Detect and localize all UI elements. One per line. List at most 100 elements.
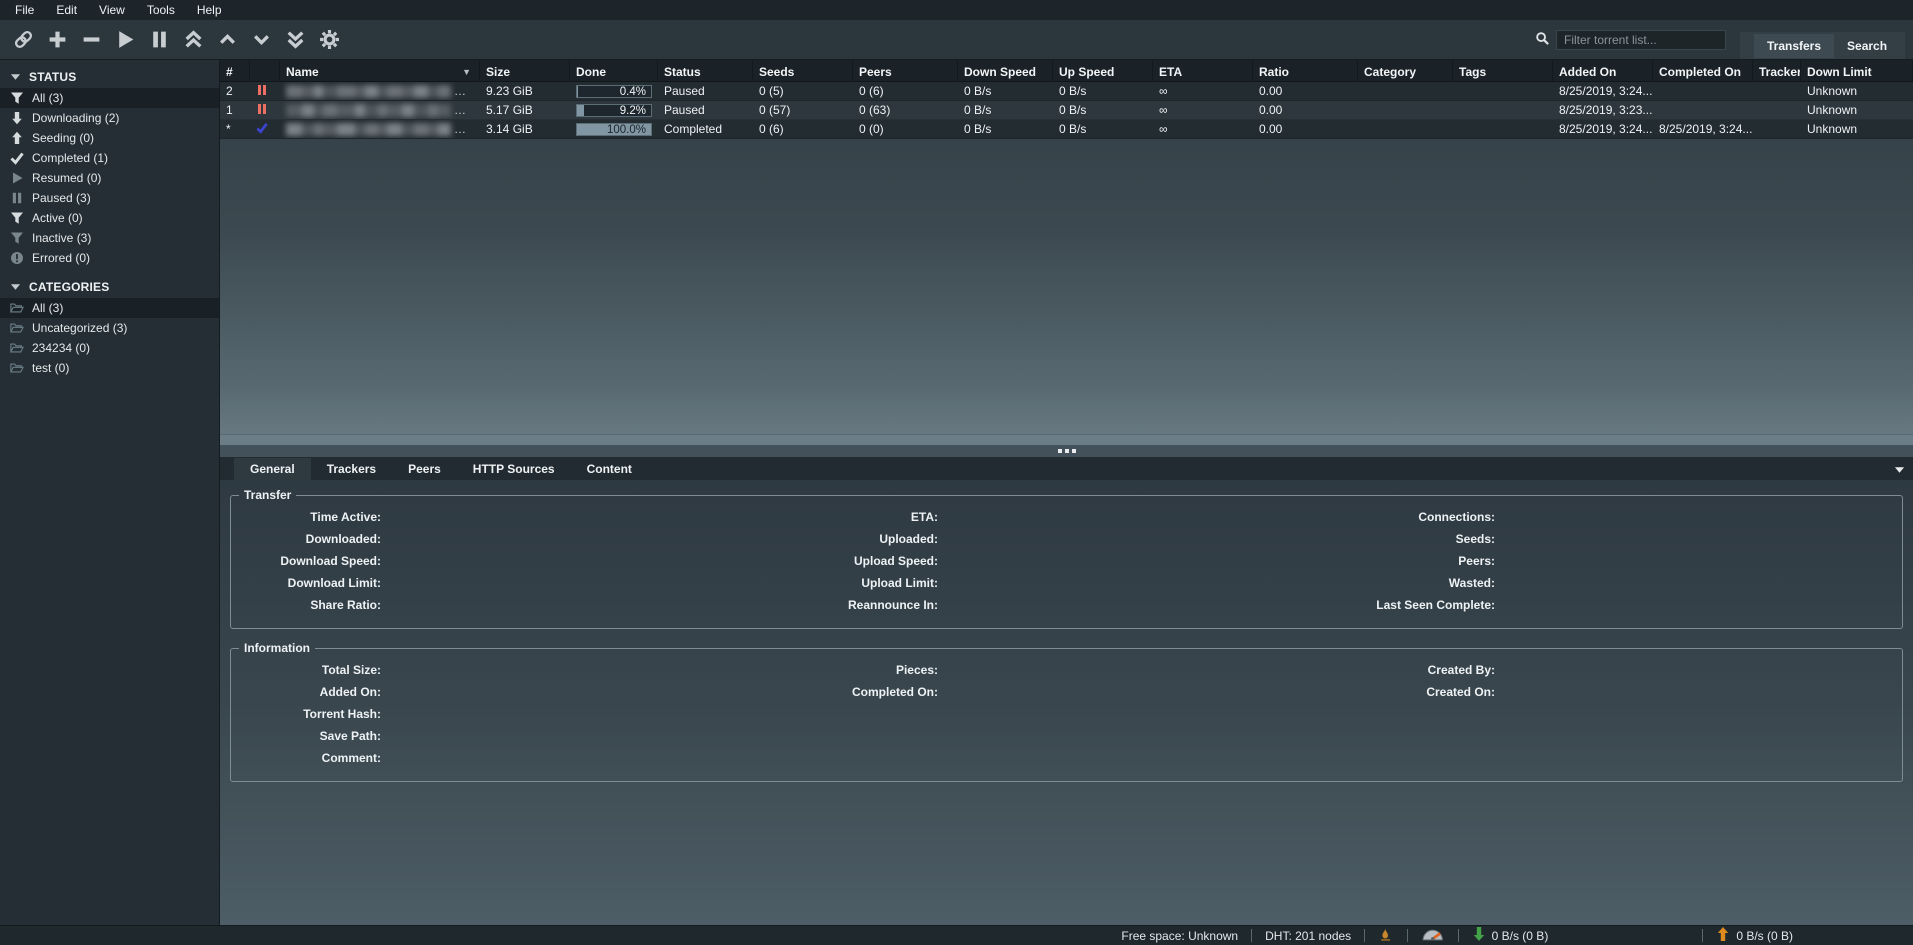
redacted-torrent-name <box>286 85 451 98</box>
global-download-speed: 0 B/s (0 B) <box>1492 929 1549 943</box>
menu-item-file[interactable]: File <box>4 1 45 19</box>
cell-down-speed: 0 B/s <box>958 82 1053 100</box>
filter-label: Completed (1) <box>32 151 108 165</box>
progress-label: 0.4% <box>620 86 646 98</box>
bottom-priority-icon[interactable] <box>280 25 310 55</box>
tab-general[interactable]: General <box>234 458 311 480</box>
tab-http-sources[interactable]: HTTP Sources <box>457 458 571 480</box>
column-header-done[interactable]: Done <box>570 60 658 81</box>
arrow-down-icon <box>10 111 25 125</box>
tab-peers[interactable]: Peers <box>392 458 457 480</box>
column-header-category[interactable]: Category <box>1358 60 1453 81</box>
sidebar-item-inactive-3[interactable]: Inactive (3) <box>0 228 219 248</box>
column-header-up-speed[interactable]: Up Speed <box>1053 60 1153 81</box>
column-header-[interactable]: # <box>220 60 250 81</box>
sidebar-item-resumed-0[interactable]: Resumed (0) <box>0 168 219 188</box>
column-label: Size <box>486 65 510 79</box>
chevron-down-icon[interactable] <box>1894 463 1905 477</box>
column-label: Peers <box>859 65 892 79</box>
filter-torrent-input[interactable] <box>1556 30 1726 50</box>
filter-label: Downloading (2) <box>32 111 119 125</box>
sidebar-category-uncategorized-3[interactable]: Uncategorized (3) <box>0 318 219 338</box>
pane-splitter[interactable] <box>220 445 1913 457</box>
cell-seeds: 0 (6) <box>753 120 853 138</box>
column-header-completed-on[interactable]: Completed On <box>1653 60 1753 81</box>
cell-category <box>1358 101 1453 119</box>
link-icon[interactable] <box>8 25 38 55</box>
add-torrent-icon[interactable] <box>42 25 72 55</box>
status-section-header[interactable]: STATUS <box>0 66 219 88</box>
tab-trackers[interactable]: Trackers <box>311 458 392 480</box>
column-header-status[interactable]: Status <box>658 60 753 81</box>
sidebar-item-errored-0[interactable]: Errored (0) <box>0 248 219 268</box>
tab-content[interactable]: Content <box>571 458 648 480</box>
torrent-row[interactable]: 2…9.23 GiB0.4%Paused0 (5)0 (6)0 B/s0 B/s… <box>220 82 1913 101</box>
funnel-icon <box>10 91 25 105</box>
menu-item-edit[interactable]: Edit <box>45 1 88 19</box>
cell-up-speed: 0 B/s <box>1053 101 1153 119</box>
options-gear-icon[interactable] <box>314 25 344 55</box>
column-header-tags[interactable]: Tags <box>1453 60 1553 81</box>
column-label: Down Speed <box>964 65 1036 79</box>
cell-eta: ∞ <box>1153 101 1253 119</box>
column-header-name[interactable]: Name▼ <box>280 60 480 81</box>
sidebar-item-all-3[interactable]: All (3) <box>0 88 219 108</box>
increase-priority-icon[interactable] <box>212 25 242 55</box>
cell-done: 100.0% <box>570 120 658 138</box>
cell-tracker <box>1753 101 1801 119</box>
cell-ratio: 0.00 <box>1253 101 1358 119</box>
sidebar-item-paused-3[interactable]: Paused (3) <box>0 188 219 208</box>
status-bar: Free space: Unknown DHT: 201 nodes 0 B/s… <box>0 925 1913 945</box>
cell-category <box>1358 82 1453 100</box>
tab-transfers[interactable]: Transfers <box>1754 34 1834 58</box>
column-header-eta[interactable]: ETA <box>1153 60 1253 81</box>
redacted-torrent-name <box>286 123 451 136</box>
cell-completed-on <box>1653 101 1753 119</box>
horizontal-scrollbar[interactable] <box>220 434 1913 445</box>
categories-section-header[interactable]: CATEGORIES <box>0 276 219 298</box>
download-arrow-icon <box>1472 926 1486 945</box>
sidebar-item-active-0[interactable]: Active (0) <box>0 208 219 228</box>
status-section-header-label: STATUS <box>29 70 76 84</box>
sidebar-item-seeding-0[interactable]: Seeding (0) <box>0 128 219 148</box>
menu-item-tools[interactable]: Tools <box>136 1 186 19</box>
tab-search[interactable]: Search <box>1834 34 1900 58</box>
resume-icon[interactable] <box>110 25 140 55</box>
sidebar-category-all-3[interactable]: All (3) <box>0 298 219 318</box>
detail-label-download-limit: Download Limit: <box>288 576 381 590</box>
menu-item-view[interactable]: View <box>88 1 136 19</box>
sidebar-category-test-0[interactable]: test (0) <box>0 358 219 378</box>
torrent-row[interactable]: 1…5.17 GiB9.2%Paused0 (57)0 (63)0 B/s0 B… <box>220 101 1913 120</box>
column-header-ratio[interactable]: Ratio <box>1253 60 1358 81</box>
column-header-seeds[interactable]: Seeds <box>753 60 853 81</box>
column-header-state-icon[interactable] <box>250 60 280 81</box>
pause-icon[interactable] <box>144 25 174 55</box>
column-header-down-limit[interactable]: Down Limit <box>1801 60 1913 81</box>
cell-size: 9.23 GiB <box>480 82 570 100</box>
column-header-tracker[interactable]: Tracker <box>1753 60 1801 81</box>
name-ellipsis: … <box>454 84 466 98</box>
sidebar-item-completed-1[interactable]: Completed (1) <box>0 148 219 168</box>
column-header-down-speed[interactable]: Down Speed <box>958 60 1053 81</box>
detail-label-share-ratio: Share Ratio: <box>310 598 381 612</box>
filter-label: Seeding (0) <box>32 131 94 145</box>
cell-added-on: 8/25/2019, 3:24... <box>1553 120 1653 138</box>
cell-state <box>250 120 280 138</box>
error-icon <box>10 251 25 265</box>
sidebar-item-downloading-2[interactable]: Downloading (2) <box>0 108 219 128</box>
filter-label: All (3) <box>32 91 63 105</box>
top-priority-icon[interactable] <box>178 25 208 55</box>
menu-item-help[interactable]: Help <box>186 1 233 19</box>
sidebar-category-234234-0[interactable]: 234234 (0) <box>0 338 219 358</box>
column-header-size[interactable]: Size <box>480 60 570 81</box>
decrease-priority-icon[interactable] <box>246 25 276 55</box>
column-header-peers[interactable]: Peers <box>853 60 958 81</box>
category-label: test (0) <box>32 361 69 375</box>
column-label: Done <box>576 65 606 79</box>
cell-size: 5.17 GiB <box>480 101 570 119</box>
column-header-added-on[interactable]: Added On <box>1553 60 1653 81</box>
delete-icon[interactable] <box>76 25 106 55</box>
alternative-speed-limits-icon[interactable] <box>1421 926 1444 945</box>
torrent-row[interactable]: *…3.14 GiB100.0%Completed0 (6)0 (0)0 B/s… <box>220 120 1913 139</box>
cell-down-speed: 0 B/s <box>958 101 1053 119</box>
